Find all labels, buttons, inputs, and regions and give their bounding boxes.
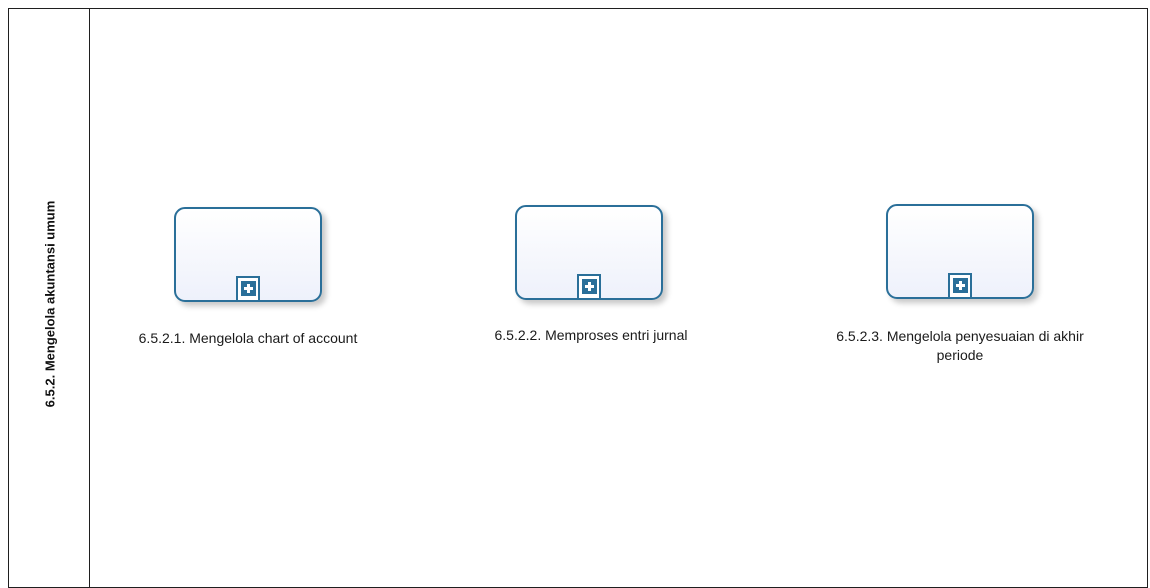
lane-title: 6.5.2. Mengelola akuntansi umum [42, 200, 58, 408]
task-label: 6.5.2.3. Mengelola penyesuaian di akhir … [836, 328, 1084, 363]
subprocess-task-6-5-2-1[interactable] [174, 207, 322, 302]
subprocess-task-6-5-2-3[interactable] [886, 204, 1034, 299]
plus-icon [582, 279, 597, 294]
task-label: 6.5.2.2. Memproses entri jurnal [494, 327, 688, 343]
collapsed-subprocess-marker[interactable] [236, 276, 260, 300]
plus-icon [241, 281, 256, 296]
subprocess-task-6-5-2-2[interactable] [515, 205, 663, 300]
collapsed-subprocess-marker[interactable] [948, 273, 972, 297]
collapsed-subprocess-marker[interactable] [577, 274, 601, 298]
lane-header[interactable]: 6.5.2. Mengelola akuntansi umum [9, 9, 90, 587]
plus-icon [953, 278, 968, 293]
task-label: 6.5.2.1. Mengelola chart of account [138, 330, 358, 346]
